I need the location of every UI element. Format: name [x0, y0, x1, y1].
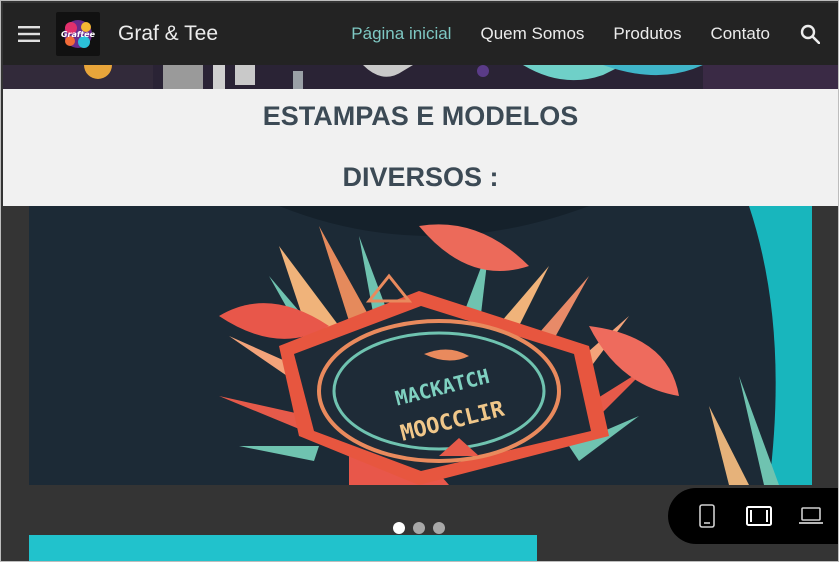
section-heading-band: ESTAMPAS E MODELOS DIVERSOS :	[3, 89, 838, 206]
phone-preview-button[interactable]	[690, 499, 724, 533]
search-button[interactable]	[788, 12, 832, 56]
carousel-slide-image: MACKATCH MOOCCLIR	[29, 206, 812, 485]
carousel-indicators	[393, 522, 445, 534]
main-nav: Página inicial Quem Somos Produtos Conta…	[351, 3, 838, 65]
carousel-dot-1[interactable]	[393, 522, 405, 534]
carousel-dot-3[interactable]	[433, 522, 445, 534]
menu-icon	[18, 26, 40, 42]
site-logo[interactable]: Graftee	[56, 12, 100, 56]
site-title[interactable]: Graf & Tee	[118, 22, 218, 46]
cyan-content-block	[29, 535, 537, 561]
hero-banner-strip	[3, 65, 838, 89]
page-frame: Graftee Graf & Tee Página inicial Quem S…	[0, 0, 839, 562]
phone-preview-icon	[699, 504, 715, 528]
laptop-preview-icon	[799, 507, 823, 524]
top-navigation-bar: Graftee Graf & Tee Página inicial Quem S…	[3, 3, 838, 65]
section-heading-line-1: ESTAMPAS E MODELOS	[262, 101, 579, 131]
carousel-dot-2[interactable]	[413, 522, 425, 534]
tablet-preview-icon	[746, 506, 772, 526]
nav-item-about[interactable]: Quem Somos	[480, 24, 584, 44]
nav-item-home[interactable]: Página inicial	[351, 24, 451, 44]
laptop-preview-button[interactable]	[794, 499, 828, 533]
nav-item-products[interactable]: Produtos	[613, 24, 681, 44]
search-icon	[800, 24, 820, 44]
logo-text: Graftee	[61, 30, 96, 39]
image-carousel[interactable]: MACKATCH MOOCCLIR	[29, 206, 812, 485]
nav-item-contact[interactable]: Contato	[710, 24, 770, 44]
section-heading-line-2: DIVERSOS :	[342, 162, 499, 192]
menu-button[interactable]	[3, 3, 55, 65]
device-preview-toggle	[668, 488, 838, 544]
tablet-preview-button[interactable]	[742, 499, 776, 533]
